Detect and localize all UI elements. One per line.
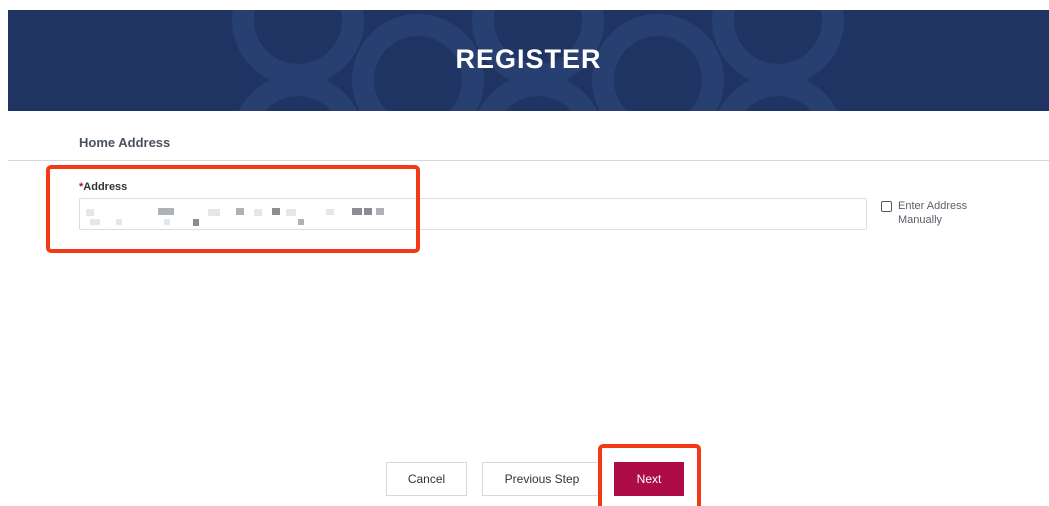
enter-address-manually-label[interactable]: Enter Address Manually: [898, 199, 978, 227]
redacted-text: [298, 219, 304, 225]
address-label: *Address: [79, 181, 127, 193]
enter-address-manually-option[interactable]: Enter Address Manually: [881, 199, 978, 227]
redacted-text: [236, 208, 244, 215]
redacted-text: [254, 209, 262, 216]
page-title: REGISTER: [455, 44, 602, 74]
address-label-text: Address: [83, 181, 128, 193]
redacted-text: [364, 208, 372, 215]
redacted-text: [326, 209, 334, 215]
redacted-text: [158, 208, 174, 215]
redacted-text: [90, 219, 100, 225]
redacted-text: [352, 208, 362, 215]
cancel-button[interactable]: Cancel: [386, 462, 467, 496]
enter-address-manually-checkbox[interactable]: [881, 201, 892, 212]
redacted-text: [193, 219, 199, 226]
redacted-text: [86, 209, 94, 216]
address-input[interactable]: [79, 198, 867, 230]
redacted-text: [208, 209, 220, 216]
previous-step-button[interactable]: Previous Step: [482, 462, 602, 496]
register-page: REGISTER Home Address *Address Enter Add…: [0, 0, 1049, 506]
section-divider: [8, 160, 1049, 161]
redacted-text: [286, 209, 296, 216]
redacted-text: [164, 219, 170, 225]
next-button[interactable]: Next: [614, 462, 684, 496]
redacted-text: [116, 219, 122, 225]
header-banner: REGISTER: [8, 10, 1049, 111]
redacted-text: [272, 208, 280, 215]
section-title: Home Address: [79, 135, 171, 150]
redacted-text: [376, 208, 384, 215]
